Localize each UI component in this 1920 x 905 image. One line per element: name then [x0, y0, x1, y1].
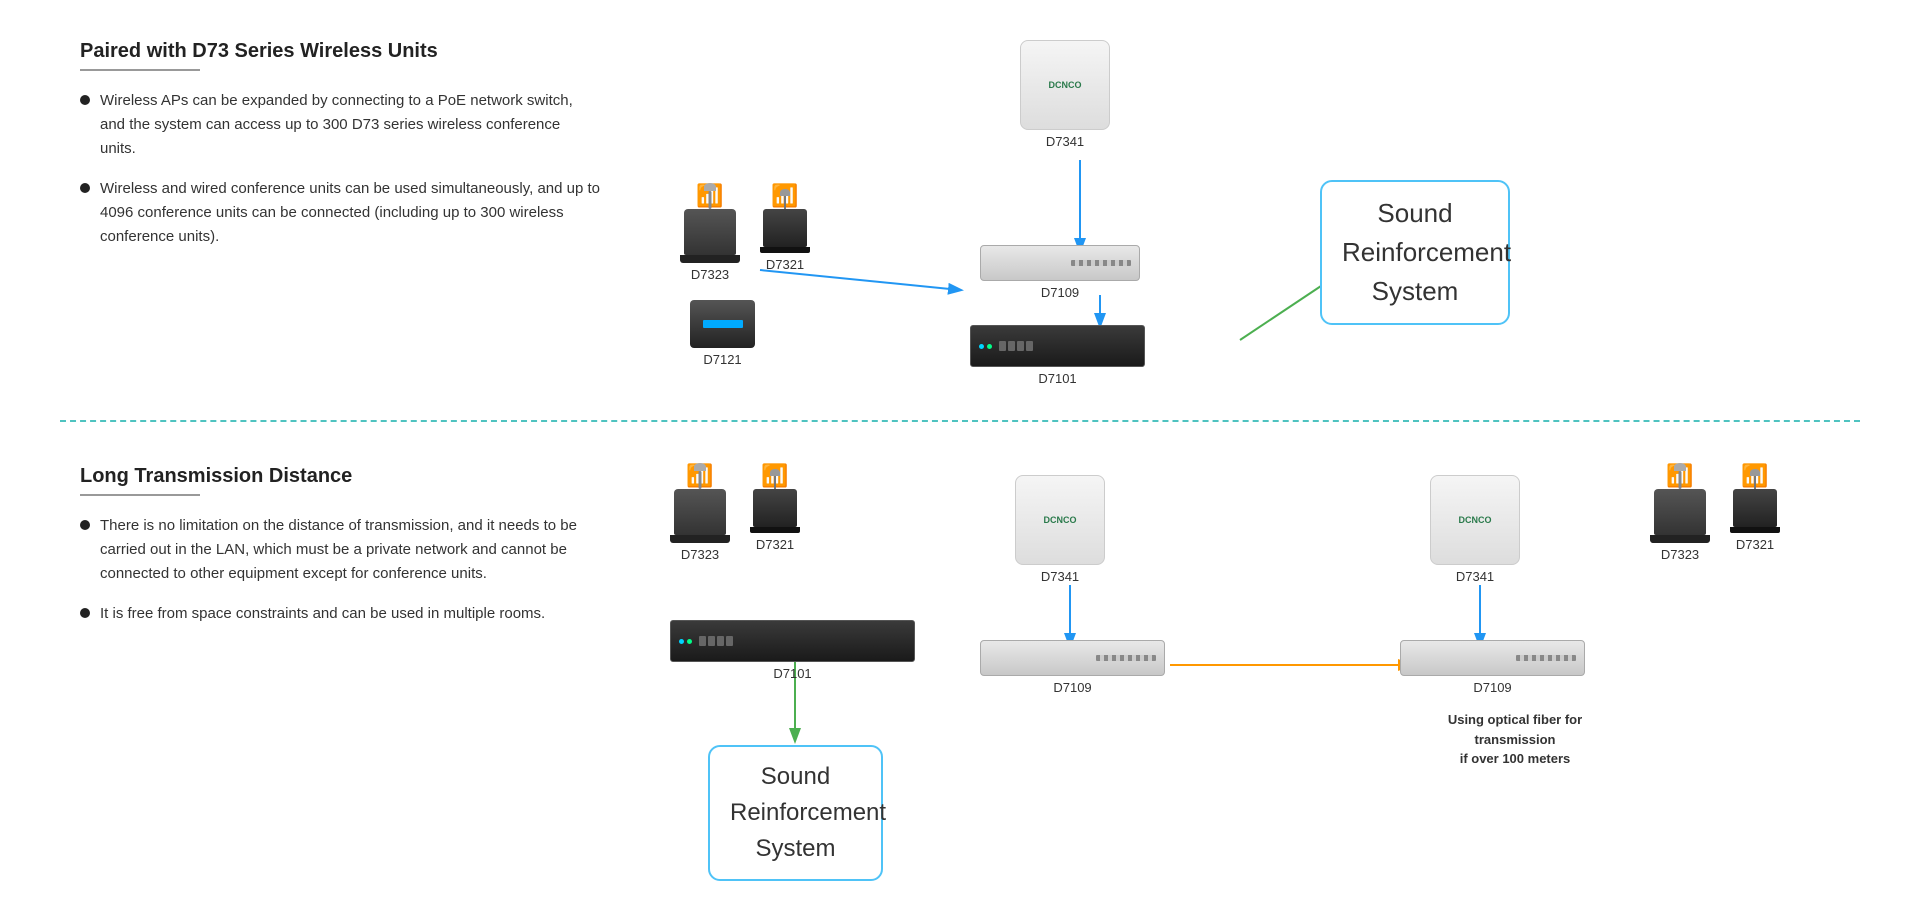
- label-d7121-top: D7121: [703, 352, 741, 367]
- device-d7321-far-right: 📶 D7321: [1730, 465, 1780, 552]
- device-d7109-top: D7109: [980, 245, 1140, 300]
- led-2: [987, 344, 992, 349]
- device-d7341-right: DCNCO D7341: [1430, 475, 1520, 584]
- sound-box-text-bottom: SoundReinforcementSystem: [730, 759, 861, 867]
- top-text-panel: Paired with D73 Series Wireless Units Wi…: [80, 30, 600, 265]
- label-d7323-bot: D7323: [681, 547, 719, 562]
- label-d7101-bot: D7101: [773, 666, 811, 681]
- device-d7323-far-right: 📶 D7323: [1650, 465, 1710, 562]
- device-d7109-right: D7109: [1400, 640, 1585, 695]
- top-bullet-list: Wireless APs can be expanded by connecti…: [80, 89, 600, 249]
- device-d7121-top: D7121: [690, 300, 755, 367]
- port-2: [1008, 341, 1015, 351]
- bullet-dot-4: [80, 608, 90, 618]
- bullet-dot-3: [80, 520, 90, 530]
- sound-box-bottom: SoundReinforcementSystem: [708, 745, 883, 881]
- label-d7109-center: D7109: [1053, 680, 1091, 695]
- small-unit-d7321-far: [1733, 489, 1777, 527]
- ap-logo-top: DCNCO: [1049, 80, 1082, 90]
- conf-unit-base-d7323-far: [1650, 535, 1710, 543]
- device-d7321-top: 📶 D7321: [760, 185, 810, 272]
- top-bullet-1: Wireless APs can be expanded by connecti…: [80, 89, 600, 161]
- bottom-bullet-1: There is no limitation on the distance o…: [80, 514, 600, 586]
- switch-d7109-top: [980, 245, 1140, 281]
- device-d7109-center: D7109: [980, 640, 1165, 695]
- bottom-section: Long Transmission Distance There is no l…: [0, 435, 1920, 905]
- device-d7323-bot: 📶 D7323: [670, 465, 730, 562]
- port-3: [1017, 341, 1024, 351]
- small-unit-base-d7321-bot: [750, 527, 800, 533]
- controller-d7101-bot: [670, 620, 915, 662]
- bottom-title-underline: [80, 494, 200, 496]
- bullet-dot-1: [80, 95, 90, 105]
- conf-unit-base-d7323-bot: [670, 535, 730, 543]
- label-d7101-top: D7101: [1038, 371, 1076, 386]
- label-d7341-top: D7341: [1046, 134, 1084, 149]
- device-d7101-bot: D7101: [670, 620, 915, 681]
- conf-unit-d7323-bot: [674, 489, 726, 535]
- led-1: [979, 344, 984, 349]
- device-d7341-center: DCNCO D7341: [1015, 475, 1105, 584]
- port-4: [1026, 341, 1033, 351]
- fiber-note: Using optical fiber for transmissionif o…: [1410, 710, 1620, 769]
- conf-unit-d7323-far: [1654, 489, 1706, 535]
- small-unit-base-d7321: [760, 247, 810, 253]
- ap-d7341-right: DCNCO: [1430, 475, 1520, 565]
- label-d7341-center: D7341: [1041, 569, 1079, 584]
- port-bot-3: [717, 636, 724, 646]
- top-bullet-2: Wireless and wired conference units can …: [80, 177, 600, 249]
- sound-reinforcement-bottom: SoundReinforcementSystem: [708, 745, 883, 881]
- label-d7321-top: D7321: [766, 257, 804, 272]
- sound-box-top: SoundReinforcementSystem: [1320, 180, 1510, 325]
- device-d7323-top: 📶 D7323: [680, 185, 740, 282]
- top-title: Paired with D73 Series Wireless Units: [80, 40, 600, 63]
- label-d7341-right: D7341: [1456, 569, 1494, 584]
- label-d7323-top: D7323: [691, 267, 729, 282]
- top-section: Paired with D73 Series Wireless Units Wi…: [0, 0, 1920, 420]
- bottom-diagram: 📶 D7323 📶 D7321: [640, 455, 1840, 895]
- page: Paired with D73 Series Wireless Units Wi…: [0, 0, 1920, 905]
- switch-d7109-center: [980, 640, 1165, 676]
- small-unit-d7321-bot: [753, 489, 797, 527]
- bullet-dot-2: [80, 183, 90, 193]
- port-bot-4: [726, 636, 733, 646]
- bottom-bullet-list: There is no limitation on the distance o…: [80, 514, 600, 626]
- small-unit-d7321: [763, 209, 807, 247]
- section-divider: [60, 420, 1860, 422]
- port-1: [999, 341, 1006, 351]
- sound-box-text-top: SoundReinforcementSystem: [1342, 194, 1488, 311]
- sound-reinforcement-top: SoundReinforcementSystem: [1320, 180, 1510, 325]
- device-d7321-bot: 📶 D7321: [750, 465, 800, 552]
- ports: [999, 341, 1033, 351]
- controller-d7101-top: [970, 325, 1145, 367]
- device-d7341-top: DCNCO D7341: [1020, 40, 1110, 149]
- ap-logo-right: DCNCO: [1459, 515, 1492, 525]
- top-title-underline: [80, 69, 200, 71]
- led-bot-2: [687, 639, 692, 644]
- led-bot-1: [679, 639, 684, 644]
- label-d7321-bot: D7321: [756, 537, 794, 552]
- small-unit-base-d7321-far: [1730, 527, 1780, 533]
- label-d7321-far: D7321: [1736, 537, 1774, 552]
- bottom-title: Long Transmission Distance: [80, 465, 600, 488]
- top-arrows-svg: [640, 30, 1840, 420]
- device-d7101-top: D7101: [970, 325, 1145, 386]
- ap-d7341-center: DCNCO: [1015, 475, 1105, 565]
- ports-bot: [699, 636, 733, 646]
- label-d7109-top: D7109: [1041, 285, 1079, 300]
- ap-logo-center: DCNCO: [1044, 515, 1077, 525]
- switch-d7109-right: [1400, 640, 1585, 676]
- port-bot-1: [699, 636, 706, 646]
- ap-d7341-top: DCNCO: [1020, 40, 1110, 130]
- conf-unit-d7323: [684, 209, 736, 255]
- label-d7323-far: D7323: [1661, 547, 1699, 562]
- bottom-bullet-2: It is free from space constraints and ca…: [80, 602, 600, 626]
- port-bot-2: [708, 636, 715, 646]
- label-d7109-right: D7109: [1473, 680, 1511, 695]
- top-diagram: 📶 D7323 📶 D7321 DCNCO D7341: [640, 30, 1840, 420]
- conf-unit-base-d7323: [680, 255, 740, 263]
- bottom-text-panel: Long Transmission Distance There is no l…: [80, 455, 600, 642]
